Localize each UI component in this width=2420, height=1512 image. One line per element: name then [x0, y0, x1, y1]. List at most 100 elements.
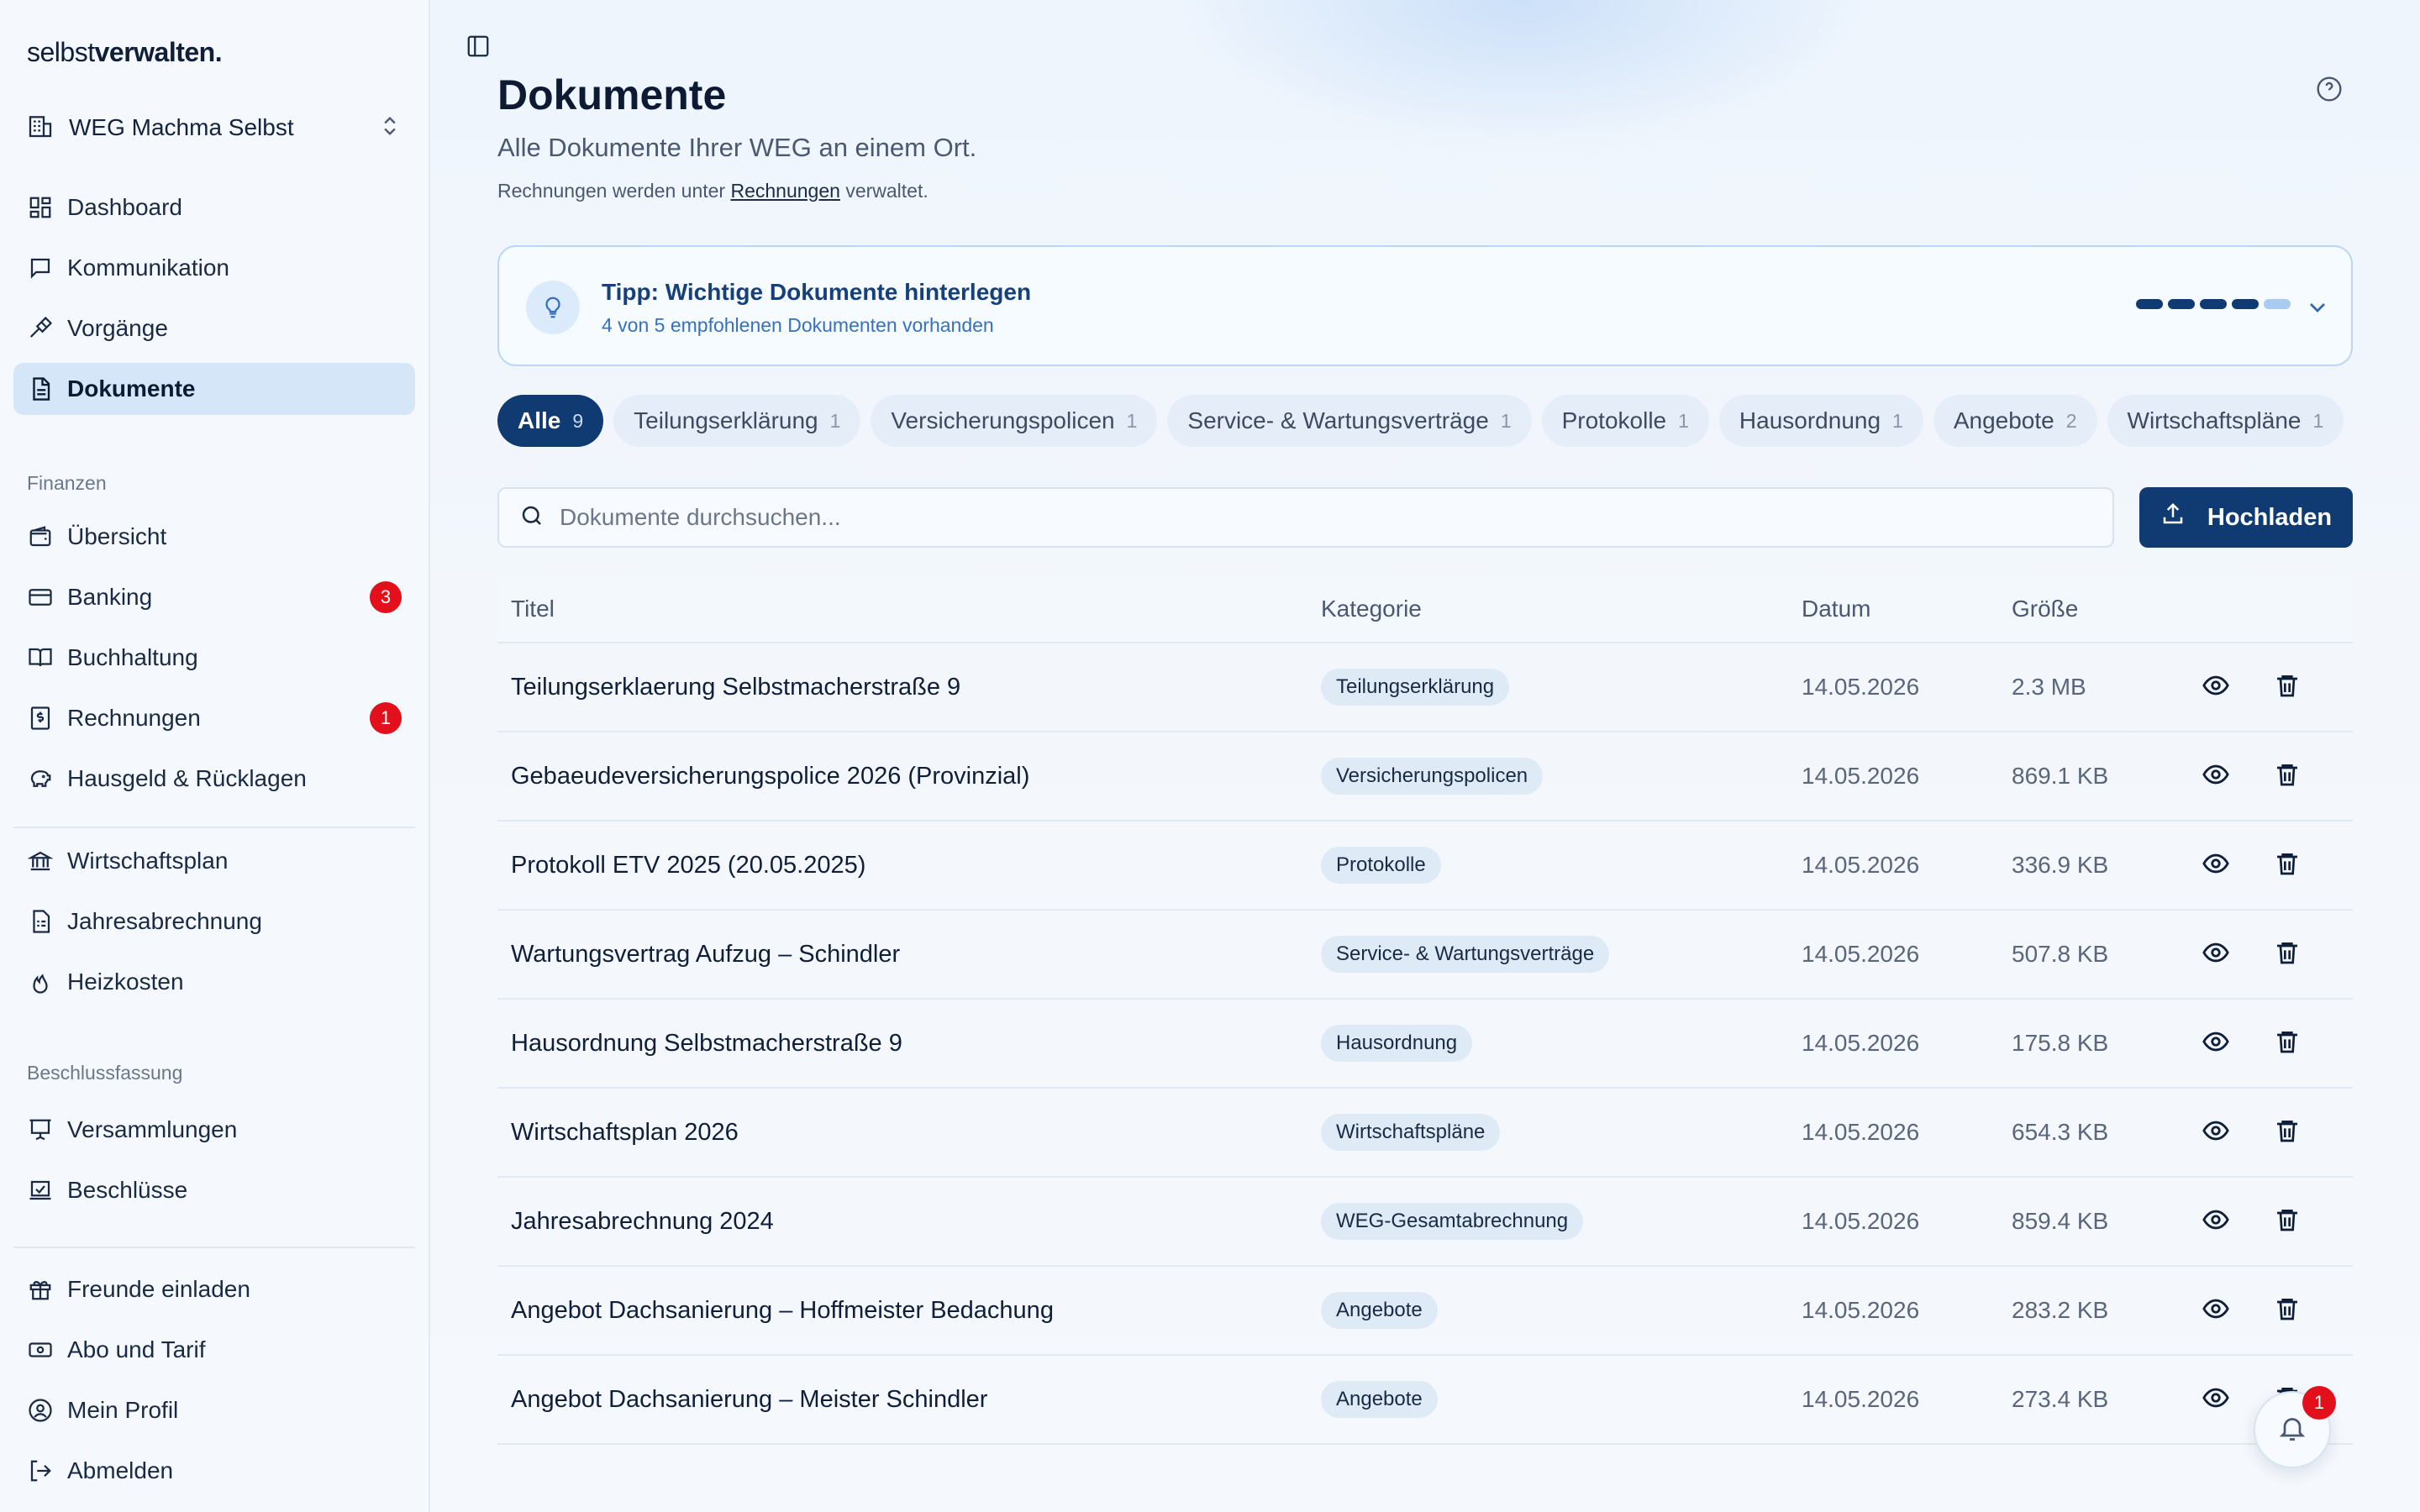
- main-content: Dokumente Alle Dokumente Ihrer WEG an ei…: [430, 0, 2420, 1512]
- sidebar-item-jahresabrechnung[interactable]: Jahresabrechnung: [13, 895, 415, 948]
- tip-title: Tipp: Wichtige Dokumente hinterlegen: [602, 279, 1032, 305]
- filter-chip-wirtschaftsplaene[interactable]: Wirtschaftspläne 1: [2107, 395, 2344, 447]
- document-title[interactable]: Wirtschaftsplan 2026: [497, 1119, 1321, 1147]
- sidebar-item-abo-und-tarif[interactable]: Abo und Tarif: [13, 1324, 415, 1376]
- sidebar-item-vorgaenge[interactable]: Vorgänge: [13, 302, 415, 354]
- sidebar-toggle-icon[interactable]: [466, 34, 491, 63]
- banking-count-badge: 3: [370, 581, 402, 613]
- sidebar-item-dashboard[interactable]: Dashboard: [13, 181, 415, 234]
- eye-icon[interactable]: [2202, 1027, 2230, 1060]
- eye-icon[interactable]: [2202, 1205, 2230, 1238]
- help-icon[interactable]: [2316, 76, 2343, 107]
- sidebar-item-hausgeld[interactable]: Hausgeld & Rücklagen: [13, 753, 415, 805]
- document-title[interactable]: Angebot Dachsanierung – Hoffmeister Beda…: [497, 1297, 1321, 1325]
- tip-banner[interactable]: Tipp: Wichtige Dokumente hinterlegen 4 v…: [497, 245, 2353, 366]
- filter-chip-hausordnung[interactable]: Hausordnung 1: [1718, 395, 1923, 447]
- sidebar-item-abmelden[interactable]: Abmelden: [13, 1445, 415, 1497]
- document-title[interactable]: Gebaeudeversicherungspolice 2026 (Provin…: [497, 763, 1321, 790]
- category-tag: Versicherungspolicen: [1321, 758, 1544, 795]
- trash-icon[interactable]: [2274, 850, 2301, 881]
- app-logo[interactable]: selbstverwalten.: [27, 37, 223, 68]
- note-text: Rechnungen werden unter: [497, 180, 731, 202]
- bank-icon: [27, 848, 54, 874]
- column-header-titel[interactable]: Titel: [497, 596, 1321, 622]
- search-input[interactable]: [560, 504, 1988, 531]
- filter-chip-protokolle[interactable]: Protokolle 1: [1541, 395, 1709, 447]
- table-row[interactable]: Wartungsvertrag Aufzug – Schindler Servic…: [497, 911, 2353, 1000]
- table-row[interactable]: Wirtschaftsplan 2026 Wirtschaftspläne 14.0…: [497, 1089, 2353, 1178]
- chevron-down-icon[interactable]: [2304, 294, 2331, 325]
- book-icon: [27, 644, 54, 671]
- document-title[interactable]: Protokoll ETV 2025 (20.05.2025): [497, 852, 1321, 879]
- rechnungen-link[interactable]: Rechnungen: [730, 180, 839, 202]
- eye-icon[interactable]: [2202, 1294, 2230, 1327]
- eye-icon[interactable]: [2202, 760, 2230, 793]
- filter-chip-alle[interactable]: Alle 9: [497, 395, 604, 447]
- sidebar-item-buchhaltung[interactable]: Buchhaltung: [13, 632, 415, 684]
- sidebar-item-heizkosten[interactable]: Heizkosten: [13, 956, 415, 1008]
- sidebar-item-label: Dashboard: [67, 194, 182, 220]
- trash-icon[interactable]: [2274, 1295, 2301, 1326]
- eye-icon[interactable]: [2202, 849, 2230, 882]
- sidebar-item-rechnungen[interactable]: Rechnungen 1: [13, 692, 415, 744]
- ticket-icon: [27, 1336, 54, 1363]
- filter-label: Teilungserklärung: [634, 407, 818, 433]
- trash-icon[interactable]: [2274, 672, 2301, 703]
- filter-label: Angebote: [1953, 407, 2054, 433]
- trash-icon[interactable]: [2274, 1117, 2301, 1148]
- upload-button[interactable]: Hochladen: [2139, 487, 2353, 548]
- lightbulb-icon: [526, 281, 580, 334]
- filter-chip-teilungserklaerung[interactable]: Teilungserklärung 1: [613, 395, 861, 447]
- document-title[interactable]: Angebot Dachsanierung – Meister Schindle…: [497, 1386, 1321, 1414]
- column-header-groesse[interactable]: Größe: [2012, 596, 2202, 622]
- sidebar-item-mein-profil[interactable]: Mein Profil: [13, 1384, 415, 1436]
- sidebar-item-label: Abo und Tarif: [67, 1336, 206, 1362]
- notification-bell-button[interactable]: 1: [2254, 1386, 2336, 1468]
- trash-icon[interactable]: [2274, 939, 2301, 970]
- filter-count: 1: [1892, 409, 1903, 432]
- trash-icon[interactable]: [2274, 761, 2301, 792]
- document-date: 14.05.2026: [1802, 1119, 1920, 1145]
- eye-icon[interactable]: [2202, 938, 2230, 971]
- column-header-kategorie[interactable]: Kategorie: [1321, 596, 1802, 622]
- document-title[interactable]: Jahresabrechnung 2024: [497, 1208, 1321, 1236]
- eye-icon[interactable]: [2202, 671, 2230, 704]
- table-row[interactable]: Angebot Dachsanierung – Hoffmeister Beda…: [497, 1267, 2353, 1356]
- upload-icon: [2160, 501, 2186, 533]
- sidebar-item-banking[interactable]: Banking 3: [13, 571, 415, 623]
- document-date: 14.05.2026: [1802, 1208, 1920, 1234]
- workspace-switcher[interactable]: WEG Machma Selbst: [13, 106, 415, 150]
- filter-chip-angebote[interactable]: Angebote 2: [1933, 395, 2097, 447]
- sidebar-item-wirtschaftsplan[interactable]: Wirtschaftsplan: [13, 835, 415, 887]
- sidebar-item-versammlungen[interactable]: Versammlungen: [13, 1104, 415, 1156]
- table-row[interactable]: Jahresabrechnung 2024 WEG-Gesamtabrechnun…: [497, 1178, 2353, 1267]
- document-title[interactable]: Wartungsvertrag Aufzug – Schindler: [497, 941, 1321, 969]
- eye-icon[interactable]: [2202, 1383, 2230, 1416]
- document-date: 14.05.2026: [1802, 852, 1920, 878]
- column-header-datum[interactable]: Datum: [1802, 596, 2012, 622]
- table-row[interactable]: Hausordnung Selbstmacherstraße 9 Hausordn…: [497, 1000, 2353, 1089]
- document-title[interactable]: Hausordnung Selbstmacherstraße 9: [497, 1030, 1321, 1058]
- sidebar-item-uebersicht[interactable]: Übersicht: [13, 511, 415, 563]
- section-title-finanzen: Finanzen: [27, 472, 107, 494]
- filter-chip-service-wartung[interactable]: Service- & Wartungsverträge 1: [1167, 395, 1532, 447]
- progress-segment: [2264, 299, 2291, 309]
- sidebar-item-kommunikation[interactable]: Kommunikation: [13, 242, 415, 294]
- sidebar-item-label: Jahresabrechnung: [67, 908, 262, 934]
- table-row[interactable]: Angebot Dachsanierung – Meister Schindle…: [497, 1356, 2353, 1445]
- trash-icon[interactable]: [2274, 1028, 2301, 1059]
- dashboard-icon: [27, 194, 54, 221]
- card-icon: [27, 584, 54, 611]
- trash-icon[interactable]: [2274, 1206, 2301, 1237]
- table-header: Titel Kategorie Datum Größe: [497, 576, 2353, 643]
- table-row[interactable]: Gebaeudeversicherungspolice 2026 (Provin…: [497, 732, 2353, 822]
- table-row[interactable]: Protokoll ETV 2025 (20.05.2025) Protokoll…: [497, 822, 2353, 911]
- document-title[interactable]: Teilungserklaerung Selbstmacherstraße 9: [497, 674, 1321, 701]
- filter-chip-versicherungspolicen[interactable]: Versicherungspolicen 1: [871, 395, 1158, 447]
- table-row[interactable]: Teilungserklaerung Selbstmacherstraße 9T…: [497, 643, 2353, 732]
- sidebar-item-dokumente[interactable]: Dokumente: [13, 363, 415, 415]
- sidebar-item-beschluesse[interactable]: Beschlüsse: [13, 1164, 415, 1216]
- piggybank-icon: [27, 765, 54, 792]
- sidebar-item-freunde-einladen[interactable]: Freunde einladen: [13, 1263, 415, 1315]
- eye-icon[interactable]: [2202, 1116, 2230, 1149]
